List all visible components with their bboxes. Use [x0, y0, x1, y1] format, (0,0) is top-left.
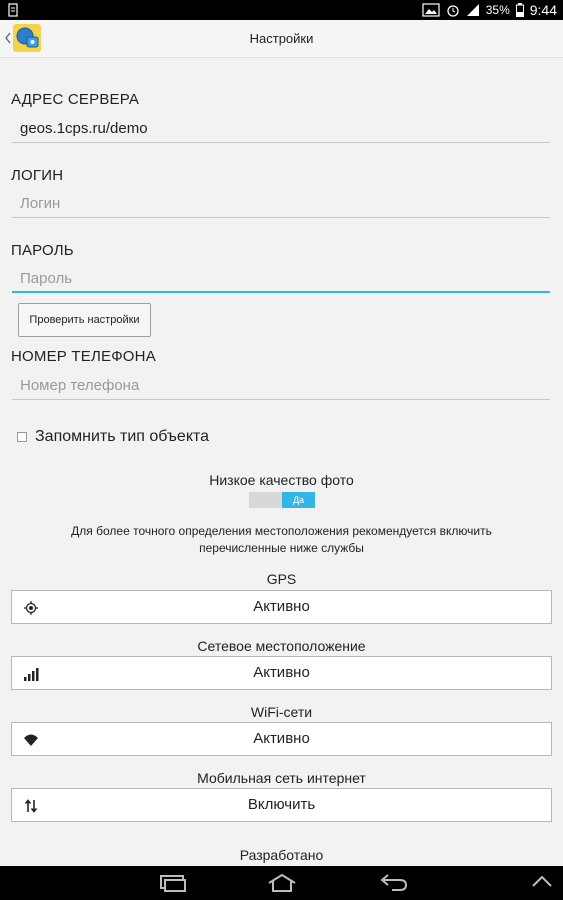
server-address-label: АДРЕС СЕРВЕРА: [11, 91, 140, 108]
login-label: ЛОГИН: [11, 167, 64, 184]
signal-bars-icon: [24, 668, 39, 681]
remember-object-type-row[interactable]: Запомнить тип объекта: [17, 426, 209, 448]
service-label-gps: GPS: [266, 571, 297, 587]
server-address-field[interactable]: [12, 115, 550, 143]
mobile-internet-status-text: Включить: [247, 796, 316, 813]
wifi-icon: [24, 734, 38, 746]
gps-status-text: Активно: [253, 598, 310, 615]
clock: 9:44: [529, 2, 557, 18]
service-label-wifi: WiFi-сети: [250, 704, 313, 720]
action-bar: Настройки: [0, 20, 563, 58]
wifi-status-button[interactable]: Активно: [11, 722, 552, 756]
battery-icon: [515, 3, 524, 17]
signal-icon: [466, 4, 479, 16]
gps-status-button[interactable]: Активно: [11, 590, 552, 624]
remember-object-type-checkbox[interactable]: [17, 432, 27, 442]
password-label: ПАРОЛЬ: [11, 242, 74, 259]
low-photo-quality-label: Низкое качество фото: [209, 472, 354, 488]
status-bar: 35% 9:44: [0, 0, 563, 20]
server-address-input[interactable]: [12, 115, 550, 142]
alarm-icon: [447, 5, 459, 17]
login-input[interactable]: [12, 190, 550, 217]
service-label-network-location: Сетевое местоположение: [197, 638, 366, 654]
page-title: Настройки: [249, 31, 314, 46]
network-location-status-button[interactable]: Активно: [11, 656, 552, 690]
wifi-status-text: Активно: [253, 730, 310, 747]
network-location-status-text: Активно: [253, 664, 310, 681]
check-settings-button[interactable]: Проверить настройки: [18, 303, 151, 337]
navigation-bar: [0, 866, 563, 900]
low-photo-quality-toggle[interactable]: Да: [249, 492, 315, 508]
phone-input[interactable]: [12, 372, 550, 399]
recent-apps-icon[interactable]: [158, 874, 188, 892]
hide-keyboard-icon[interactable]: [530, 874, 554, 888]
battery-percent: 35%: [485, 3, 510, 17]
back-icon[interactable]: [378, 874, 408, 892]
recommendation-line-2: перечисленные ниже службы: [199, 541, 364, 555]
recommendation-line-1: Для более точного определения местополож…: [71, 524, 492, 538]
phone-label: НОМЕР ТЕЛЕФОНА: [11, 348, 156, 365]
login-field[interactable]: [12, 190, 550, 218]
mobile-internet-enable-button[interactable]: Включить: [11, 788, 552, 822]
password-field[interactable]: [12, 265, 550, 293]
service-label-mobile-internet: Мобильная сеть интернет: [197, 770, 366, 786]
home-icon[interactable]: [266, 874, 298, 892]
gps-icon: [24, 601, 38, 615]
phone-field[interactable]: [12, 372, 550, 400]
developed-by-label: Разработано: [239, 847, 324, 863]
mobile-data-icon: [24, 799, 38, 813]
notification-doc-icon: [8, 3, 18, 17]
remember-object-type-label: Запомнить тип объекта: [35, 428, 210, 445]
password-input[interactable]: [12, 265, 550, 291]
image-notification-icon: [422, 3, 440, 17]
toggle-on-knob: Да: [282, 492, 315, 508]
